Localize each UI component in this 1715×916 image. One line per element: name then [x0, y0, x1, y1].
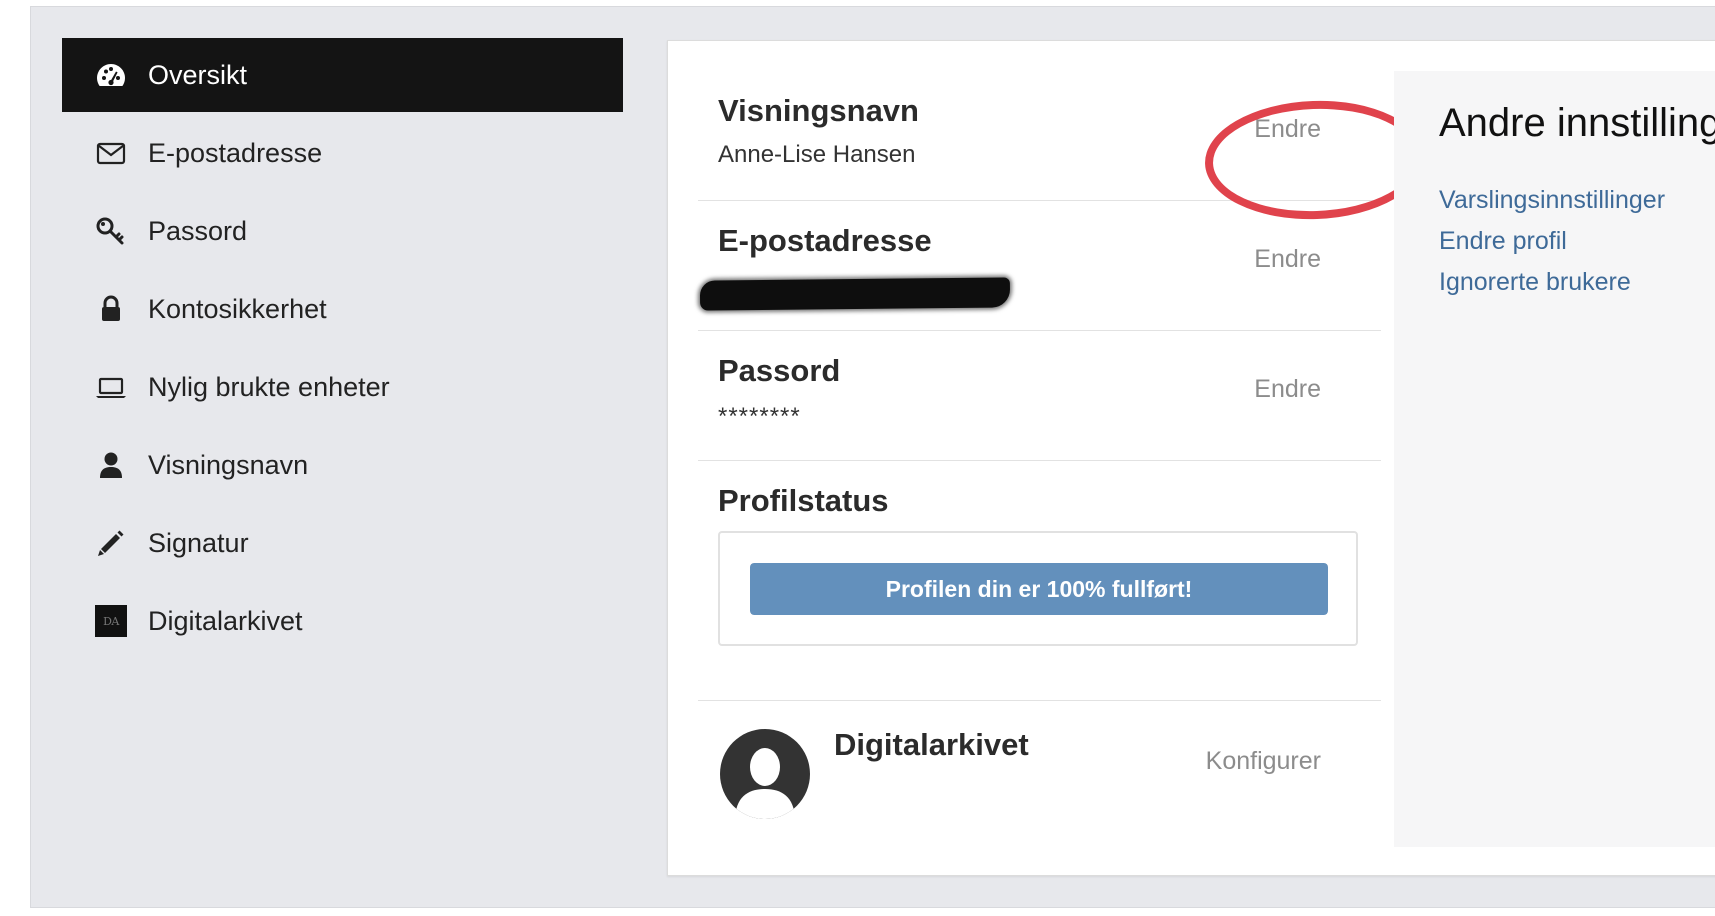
edit-email-link[interactable]: Endre — [1254, 245, 1321, 274]
sidebar-item-label: Digitalarkivet — [148, 605, 303, 636]
digitalarkivet-logo: DA — [94, 604, 128, 638]
sidebar-item-passord[interactable]: Passord — [62, 194, 623, 268]
display-name-row: Visningsnavn Anne-Lise Hansen Endre — [698, 71, 1381, 201]
ignored-users-link[interactable]: Ignorerte brukere — [1439, 268, 1665, 297]
profile-status-title: Profilstatus — [718, 483, 889, 518]
edit-display-name-link[interactable]: Endre — [1254, 115, 1321, 144]
account-overview-card: Visningsnavn Anne-Lise Hansen Endre E-po… — [667, 40, 1715, 876]
other-settings-links: Varslingsinnstillinger Endre profil Igno… — [1439, 186, 1665, 309]
profile-status-row: Profilstatus Profilen din er 100% fullfø… — [698, 461, 1381, 701]
sidebar-nav: Oversikt E-postadresse Passord Kontosikk… — [62, 38, 623, 662]
sidebar-item-oversikt[interactable]: Oversikt — [62, 38, 623, 112]
sidebar-item-e-postadresse[interactable]: E-postadresse — [62, 116, 623, 190]
account-settings-list: Visningsnavn Anne-Lise Hansen Endre E-po… — [698, 71, 1427, 871]
profile-progress-text: Profilen din er 100% fullført! — [885, 575, 1193, 602]
redacted-email-value — [699, 277, 1011, 311]
profile-status-box: Profilen din er 100% fullført! — [718, 531, 1358, 646]
sidebar-item-label: Oversikt — [148, 59, 248, 90]
sidebar-item-label: Passord — [148, 215, 248, 246]
sidebar-item-label: Signatur — [148, 527, 249, 558]
dashboard-icon — [94, 58, 128, 92]
key-icon — [94, 214, 128, 248]
password-value: ******** — [718, 403, 801, 430]
sidebar-item-digitalarkivet[interactable]: DA Digitalarkivet — [62, 584, 623, 658]
other-settings-panel: Andre innstillinger Varslingsinnstilling… — [1394, 71, 1715, 847]
sidebar-item-signatur[interactable]: Signatur — [62, 506, 623, 580]
envelope-icon — [94, 136, 128, 170]
digitalarkivet-logo-text: DA — [95, 605, 127, 637]
sidebar-item-label: Visningsnavn — [148, 449, 309, 480]
profile-progress-bar: Profilen din er 100% fullført! — [750, 563, 1328, 615]
edit-password-link[interactable]: Endre — [1254, 375, 1321, 404]
sidebar-item-visningsnavn[interactable]: Visningsnavn — [62, 428, 623, 502]
laptop-icon — [94, 370, 128, 404]
pencil-icon — [94, 526, 128, 560]
avatar — [720, 729, 810, 819]
sidebar-item-label: Nylig brukte enheter — [148, 371, 390, 402]
notification-settings-link[interactable]: Varslingsinnstillinger — [1439, 186, 1665, 215]
display-name-title: Visningsnavn — [718, 93, 919, 128]
user-icon — [94, 448, 128, 482]
lock-icon — [94, 292, 128, 326]
display-name-value: Anne-Lise Hansen — [718, 141, 916, 168]
email-row: E-postadresse Endre — [698, 201, 1381, 331]
digitalarkivet-row: Digitalarkivet Konfigurer — [698, 701, 1381, 871]
other-settings-title: Andre innstillinger — [1439, 101, 1715, 145]
email-title: E-postadresse — [718, 223, 932, 258]
edit-profile-link[interactable]: Endre profil — [1439, 227, 1665, 256]
password-title: Passord — [718, 353, 841, 388]
digitalarkivet-title: Digitalarkivet — [834, 727, 1029, 762]
sidebar-item-nylig-brukte-enheter[interactable]: Nylig brukte enheter — [62, 350, 623, 424]
configure-digitalarkivet-link[interactable]: Konfigurer — [1206, 747, 1321, 776]
password-row: Passord ******** Endre — [698, 331, 1381, 461]
sidebar-item-label: E-postadresse — [148, 137, 323, 168]
sidebar-item-label: Kontosikkerhet — [148, 293, 327, 324]
sidebar-item-kontosikkerhet[interactable]: Kontosikkerhet — [62, 272, 623, 346]
